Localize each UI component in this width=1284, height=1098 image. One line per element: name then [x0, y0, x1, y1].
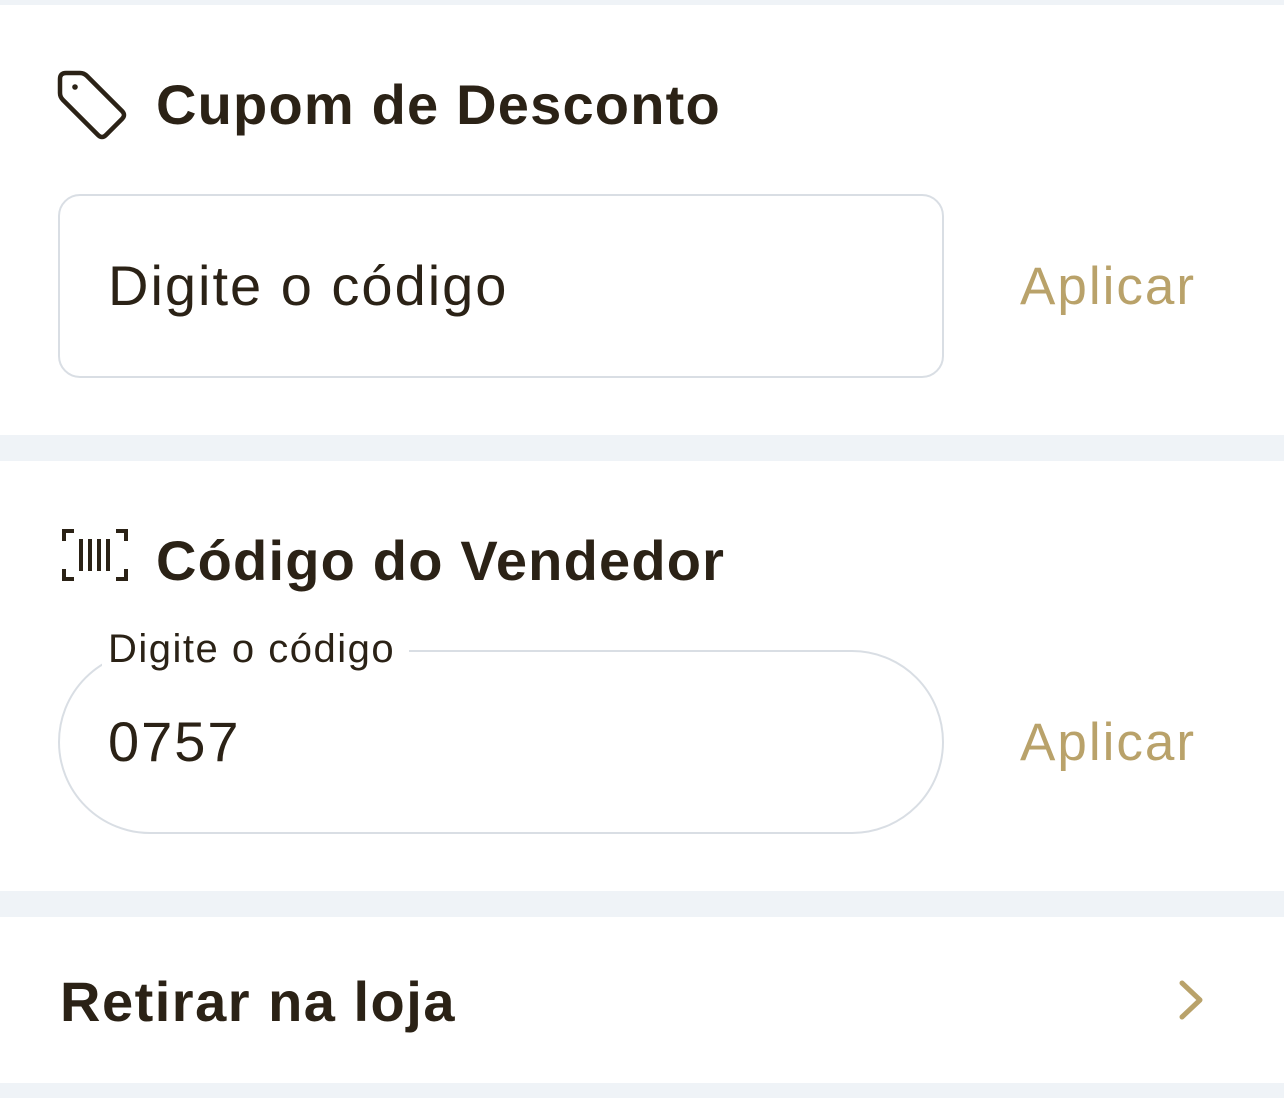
apply-coupon-button[interactable]: Aplicar: [1020, 260, 1196, 313]
barcode-scan-icon: [62, 529, 128, 581]
apply-seller-code-button[interactable]: Aplicar: [1020, 716, 1196, 769]
seller-input-value: 0757: [108, 710, 241, 773]
seller-section-title: Código do Vendedor: [156, 529, 726, 592]
store-pickup-label: Retirar na loja: [60, 970, 456, 1033]
coupon-code-input[interactable]: Digite o código: [58, 194, 944, 378]
coupon-input-placeholder: Digite o código: [108, 254, 509, 317]
tag-icon: [57, 70, 127, 140]
coupon-card: Cupom de Desconto Digite o código Aplica…: [0, 5, 1284, 435]
seller-input-label: Digite o código: [102, 629, 410, 669]
coupon-section-title: Cupom de Desconto: [156, 73, 721, 136]
chevron-right-icon: [1179, 980, 1203, 1020]
store-pickup-row[interactable]: Retirar na loja: [0, 917, 1284, 1083]
seller-code-input[interactable]: Digite o código 0757: [58, 629, 944, 834]
seller-code-card: Código do Vendedor Digite o código 0757 …: [0, 461, 1284, 891]
